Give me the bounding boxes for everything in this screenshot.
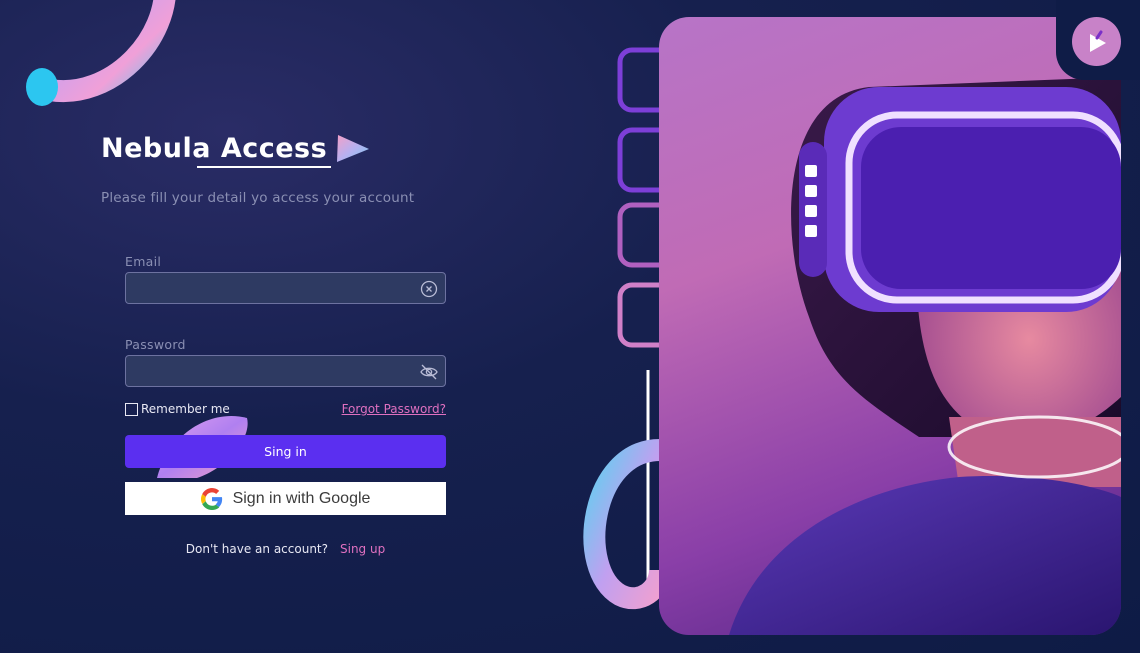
password-field-wrapper xyxy=(125,355,446,387)
subtitle: Please fill your detail yo access your a… xyxy=(101,190,415,206)
vr-headset-illustration xyxy=(729,77,1121,635)
vr-app-icon xyxy=(1089,30,1106,52)
google-logo-icon xyxy=(200,487,222,510)
signup-row: Don't have an account? Sing up xyxy=(125,542,446,556)
email-field[interactable] xyxy=(126,273,445,303)
eye-off-icon[interactable] xyxy=(419,362,439,382)
password-label: Password xyxy=(125,337,186,352)
login-form: Email Password Remember me Forgot Passwo… xyxy=(125,254,446,556)
google-sign-in-button[interactable]: Sign in with Google xyxy=(125,482,446,515)
holographic-ring-decoration xyxy=(26,0,176,106)
brand: Nebula Access xyxy=(101,132,371,168)
prism-icon xyxy=(337,135,370,162)
email-field-wrapper xyxy=(125,272,446,304)
sign-in-button[interactable]: Sing in xyxy=(125,435,446,468)
forgot-password-link[interactable]: Forgot Password? xyxy=(342,402,446,416)
brand-underline xyxy=(197,166,331,168)
brand-name: Nebula Access xyxy=(101,132,328,164)
google-sign-in-label: Sign in with Google xyxy=(232,489,371,507)
clear-circle-icon[interactable] xyxy=(419,279,439,299)
email-label: Email xyxy=(125,254,162,269)
neon-outline-decoration xyxy=(583,47,670,610)
vr-hero-image xyxy=(659,17,1121,635)
no-account-text: Don't have an account? xyxy=(185,542,328,556)
app-badge[interactable] xyxy=(1072,17,1121,66)
sign-up-link[interactable]: Sing up xyxy=(340,542,385,556)
password-field[interactable] xyxy=(126,356,445,386)
